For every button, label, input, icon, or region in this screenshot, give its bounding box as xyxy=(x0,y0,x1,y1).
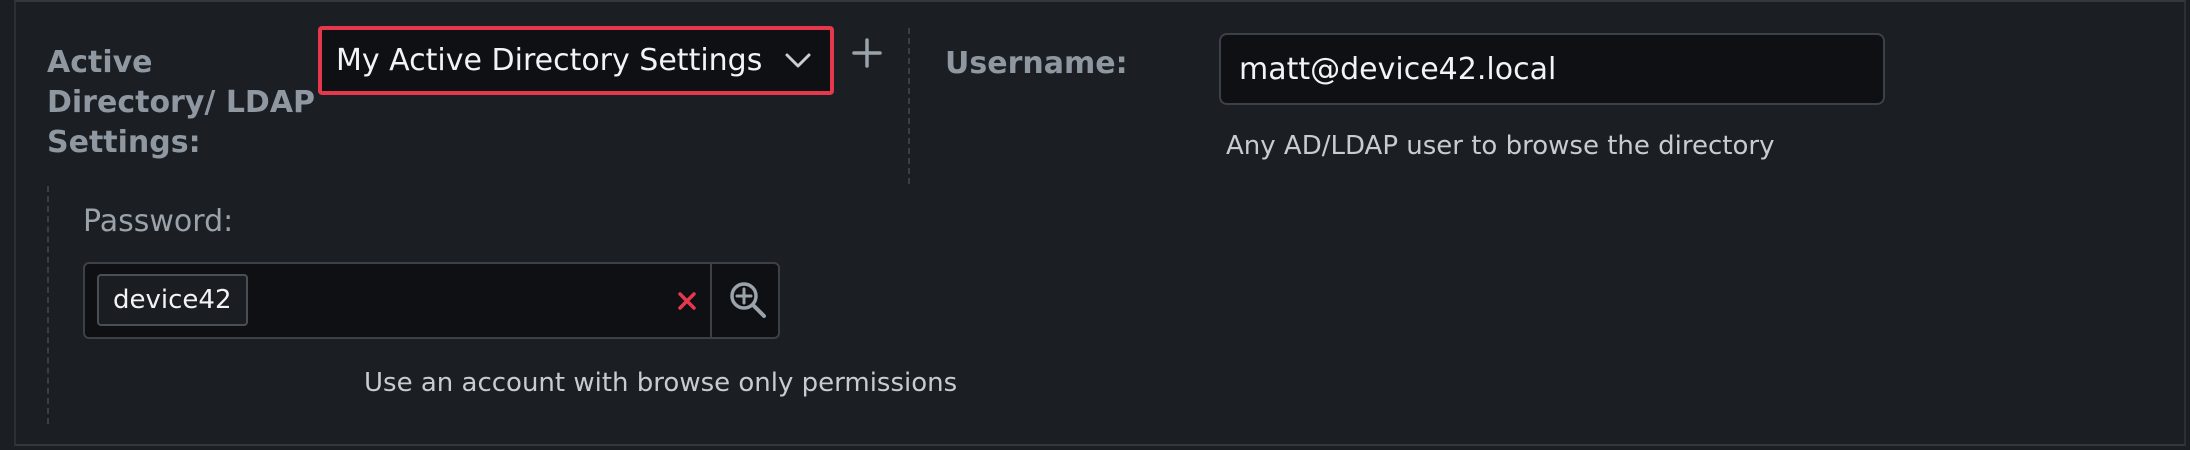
ad-settings-label: Active Directory/ LDAP Settings: xyxy=(47,45,316,160)
zoom-in-icon[interactable] xyxy=(728,280,768,320)
password-field[interactable]: device42 xyxy=(83,262,780,339)
ad-settings-selected-value: My Active Directory Settings xyxy=(336,43,763,78)
username-label: Username: xyxy=(945,46,1128,81)
username-hint: Any AD/LDAP user to browse the directory xyxy=(1226,131,1775,161)
ad-settings-select[interactable]: My Active Directory Settings xyxy=(318,26,834,95)
username-input[interactable] xyxy=(1219,33,1885,105)
password-label: Password: xyxy=(83,204,234,239)
close-icon[interactable] xyxy=(677,291,697,311)
plus-icon[interactable] xyxy=(852,38,882,68)
chevron-down-icon xyxy=(785,53,811,68)
password-hint: Use an account with browse only permissi… xyxy=(364,368,958,398)
password-value-chip[interactable]: device42 xyxy=(97,274,248,326)
row-divider xyxy=(47,186,49,424)
column-divider xyxy=(908,28,910,184)
password-field-separator xyxy=(710,264,712,337)
